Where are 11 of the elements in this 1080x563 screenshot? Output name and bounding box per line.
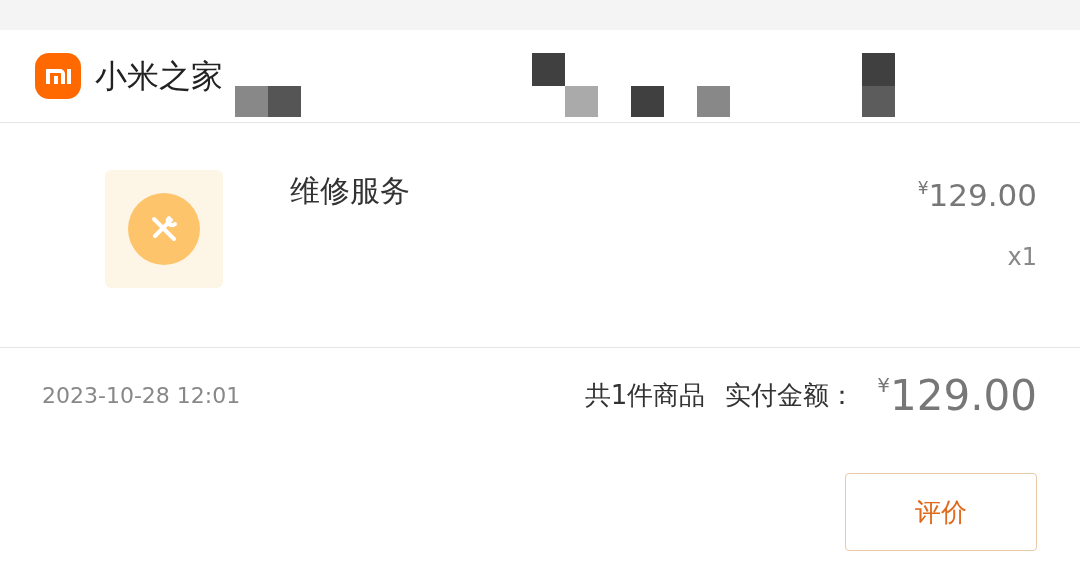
item-count: 共1件商品 — [584, 379, 706, 412]
order-date: 2023-10-28 12:01 — [42, 382, 241, 410]
item-quantity: x1 — [1007, 242, 1037, 273]
item-price: ¥129.00 — [917, 180, 1037, 211]
review-button[interactable]: 评价 — [845, 473, 1037, 551]
total-label: 实付金额： — [725, 379, 856, 412]
tools-icon — [128, 193, 200, 265]
store-name: 小米之家 — [95, 56, 223, 97]
store-logo-icon — [35, 53, 81, 99]
total-amount: ¥129.00 — [877, 374, 1037, 417]
item-name: 维修服务 — [290, 176, 410, 206]
